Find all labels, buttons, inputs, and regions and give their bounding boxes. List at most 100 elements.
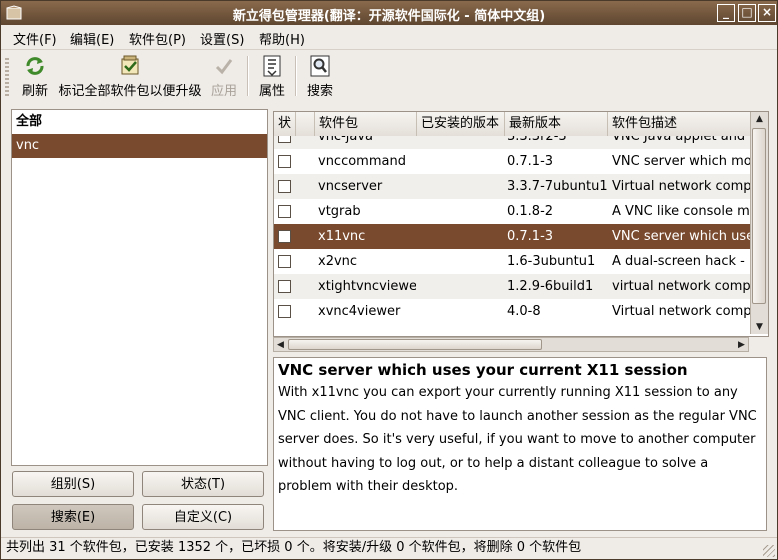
status-checkbox[interactable] [278,155,291,168]
mark-all-upgrades-label: 标记全部软件包以便升级 [58,84,202,99]
package-name: vncserver [318,179,383,194]
status-checkbox[interactable] [278,205,291,218]
menu-edit[interactable]: 编辑(E) [70,29,114,48]
package-description: A dual-screen hack - [612,254,745,269]
description-title: VNC server which uses your current X11 s… [278,361,688,379]
properties-button[interactable]: 属性 [255,54,289,99]
latest-version: 4.0-8 [507,304,541,319]
toolbar-separator-2 [295,56,297,96]
resize-grip-icon[interactable] [763,545,775,557]
menu-package[interactable]: 软件包(P) [129,29,186,48]
search-button[interactable]: 搜索 [303,54,337,99]
latest-version: 3.3.7-7ubuntu1 [507,179,607,194]
properties-label: 属性 [258,84,285,99]
status-bar: 共列出 31 个软件包，已安装 1352 个，已坏损 0 个。将安装/升级 0 … [1,537,777,559]
search-filter-button[interactable]: 搜索(E) [12,504,134,530]
minimize-button[interactable]: _ [717,4,735,22]
latest-version: 1.2.9-6build1 [507,279,594,294]
package-description: VNC Java applet and [612,136,746,144]
scroll-up-arrow-icon[interactable]: ▲ [751,112,768,126]
toolbar-grip[interactable] [5,58,9,98]
status-checkbox[interactable] [278,255,291,268]
column-installed-version[interactable]: 已安装的版本 [417,112,505,136]
table-row-selected[interactable]: x11vnc 0.7.1-3 VNC server which use [274,224,750,249]
status-checkbox[interactable] [278,280,291,293]
mark-all-upgrades-button[interactable]: 标记全部软件包以便升级 [56,54,204,99]
window-title: 新立得包管理器(翻译：开源软件国际化 - 简体中文组) [232,9,546,24]
latest-version: 0.7.1-3 [507,154,554,169]
latest-version: 0.1.8-2 [507,204,554,219]
package-description: Virtual network compu [612,304,750,319]
table-row[interactable]: vnc-java 3.3.3r2-3 VNC Java applet and [274,136,750,149]
table-row[interactable]: vncserver 3.3.7-7ubuntu1 Virtual network… [274,174,750,199]
column-description[interactable]: 软件包描述 [608,112,750,136]
table-horizontal-scrollbar[interactable]: ◀ ▶ [273,337,749,352]
column-package[interactable]: 软件包 [315,112,417,136]
column-latest-version[interactable]: 最新版本 [505,112,608,136]
menu-file[interactable]: 文件(F) [13,29,57,48]
package-name: xvnc4viewer [318,304,401,319]
package-description: VNC server which mo [612,154,750,169]
search-label: 搜索 [306,84,333,99]
table-header: 状 软件包 已安装的版本 最新版本 软件包描述 [274,112,750,137]
table-row[interactable]: xtightvncviewer 1.2.9-6build1 virtual ne… [274,274,750,299]
latest-version: 3.3.3r2-3 [507,136,567,144]
properties-icon [263,55,281,77]
column-status[interactable]: 状 [274,112,296,136]
status-checkbox[interactable] [278,136,291,143]
status-checkbox[interactable] [278,305,291,318]
apply-label: 应用 [210,84,237,99]
package-name: vnccommand [318,154,406,169]
search-icon [310,55,330,77]
app-window: 新立得包管理器(翻译：开源软件国际化 - 简体中文组) _ □ × 文件(F) … [0,0,778,560]
toolbar-separator [247,56,249,96]
checkmark-icon [215,59,233,75]
scroll-left-arrow-icon[interactable]: ◀ [274,338,287,352]
reload-icon [26,57,44,75]
reload-label: 刷新 [21,84,48,99]
reload-button[interactable]: 刷新 [19,54,51,99]
scroll-right-arrow-icon[interactable]: ▶ [735,338,748,352]
toolbar: 刷新 标记全部软件包以便升级 应用 属性 搜索 [1,50,777,102]
package-description: VNC server which use [612,229,750,244]
package-name: x11vnc [318,229,366,244]
package-description-panel: VNC server which uses your current X11 s… [273,357,767,531]
description-body: With x11vnc you can export your currentl… [278,385,757,494]
scroll-down-arrow-icon[interactable]: ▼ [751,320,768,334]
apply-button[interactable]: 应用 [207,54,241,99]
menu-bar: 文件(F) 编辑(E) 软件包(P) 设置(S) 帮助(H) [1,25,777,50]
latest-version: 0.7.1-3 [507,229,554,244]
title-bar[interactable]: 新立得包管理器(翻译：开源软件国际化 - 简体中文组) _ □ × [1,1,777,25]
package-description: Virtual network compu [612,179,750,194]
status-checkbox[interactable] [278,180,291,193]
package-name: vtgrab [318,204,361,219]
table-vertical-scrollbar[interactable]: ▲ ▼ [750,112,768,334]
table-row[interactable]: x2vnc 1.6-3ubuntu1 A dual-screen hack - [274,249,750,274]
table-row[interactable]: vnccommand 0.7.1-3 VNC server which mo [274,149,750,174]
filter-list[interactable]: 全部 vnc [11,109,268,466]
upgrade-icon [121,55,139,75]
vertical-scroll-thumb[interactable] [752,128,766,304]
status-checkbox[interactable] [278,230,291,243]
package-name: x2vnc [318,254,358,269]
package-table: 状 软件包 已安装的版本 最新版本 软件包描述 vnc-java 3.3.3r2… [273,111,769,337]
close-button[interactable]: × [758,4,776,22]
table-row[interactable]: xvnc4viewer 4.0-8 Virtual network compu [274,299,750,324]
sections-button[interactable]: 组别(S) [12,471,134,497]
horizontal-scroll-thumb[interactable] [288,339,542,350]
status-button[interactable]: 状态(T) [142,471,264,497]
package-name: vnc-java [318,136,374,144]
menu-settings[interactable]: 设置(S) [200,29,244,48]
filter-item-vnc[interactable]: vnc [12,134,267,158]
filter-item-all[interactable]: 全部 [12,110,267,134]
column-support[interactable] [296,112,315,136]
table-row[interactable]: vtgrab 0.1.8-2 A VNC like console m [274,199,750,224]
maximize-button[interactable]: □ [738,4,756,22]
package-name: xtightvncviewer [318,279,416,294]
package-description: A VNC like console m [612,204,750,219]
table-body: vnc-java 3.3.3r2-3 VNC Java applet and v… [274,136,750,336]
latest-version: 1.6-3ubuntu1 [507,254,596,269]
custom-filter-button[interactable]: 自定义(C) [142,504,264,530]
menu-help[interactable]: 帮助(H) [259,29,305,48]
package-description: virtual network compu [612,279,750,294]
